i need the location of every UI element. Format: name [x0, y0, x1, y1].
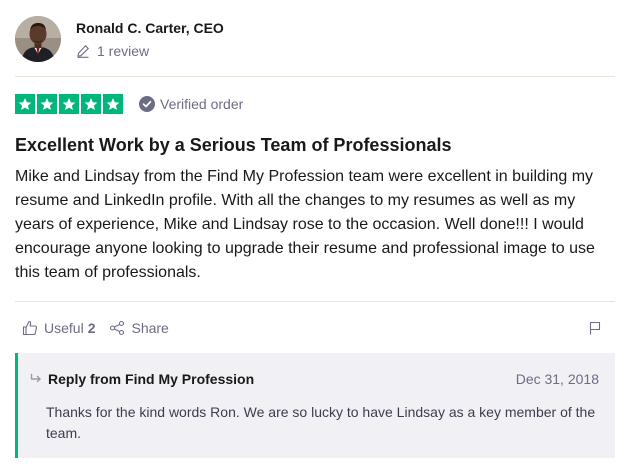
reply-arrow-icon: [30, 373, 42, 385]
reviewer-name[interactable]: Ronald C. Carter, CEO: [76, 19, 224, 37]
reviewer-info: Ronald C. Carter, CEO 1 review: [76, 19, 224, 59]
reply-date: Dec 31, 2018: [515, 371, 599, 387]
company-reply: Reply from Find My Profession Dec 31, 20…: [15, 353, 615, 458]
review-body: Mike and Lindsay from the Find My Profes…: [15, 168, 595, 281]
reply-title: Reply from Find My Profession: [48, 371, 255, 387]
useful-button[interactable]: Useful 2: [22, 320, 95, 336]
useful-count: 2: [87, 320, 96, 336]
review-count: 1 review: [76, 43, 224, 59]
verified-check-icon: [139, 96, 155, 112]
useful-label: Useful: [44, 320, 84, 336]
share-icon: [109, 320, 125, 336]
review-count-label: 1 review: [97, 43, 150, 59]
star-icon: [15, 94, 35, 114]
verified-label: Verified order: [160, 96, 244, 112]
star-rating: [15, 94, 123, 114]
divider: [15, 76, 615, 77]
share-button[interactable]: Share: [109, 320, 169, 336]
reply-text: Thanks for the kind words Ron. We are so…: [46, 404, 596, 441]
avatar[interactable]: [15, 16, 61, 62]
verified-badge[interactable]: Verified order: [139, 96, 243, 112]
star-icon: [81, 94, 101, 114]
thumbs-up-icon: [22, 320, 38, 336]
pencil-icon: [76, 44, 90, 58]
reviewer-header: Ronald C. Carter, CEO 1 review: [15, 15, 224, 63]
flag-icon[interactable]: [588, 321, 602, 335]
rating-row: Verified order: [15, 93, 243, 115]
review-actions: Useful 2 Share: [22, 318, 602, 338]
divider: [15, 301, 615, 302]
star-icon: [59, 94, 79, 114]
reply-header: Reply from Find My Profession Dec 31, 20…: [30, 371, 599, 387]
star-icon: [37, 94, 57, 114]
share-label: Share: [131, 320, 169, 336]
review-title[interactable]: Excellent Work by a Serious Team of Prof…: [15, 134, 451, 156]
star-icon: [103, 94, 123, 114]
